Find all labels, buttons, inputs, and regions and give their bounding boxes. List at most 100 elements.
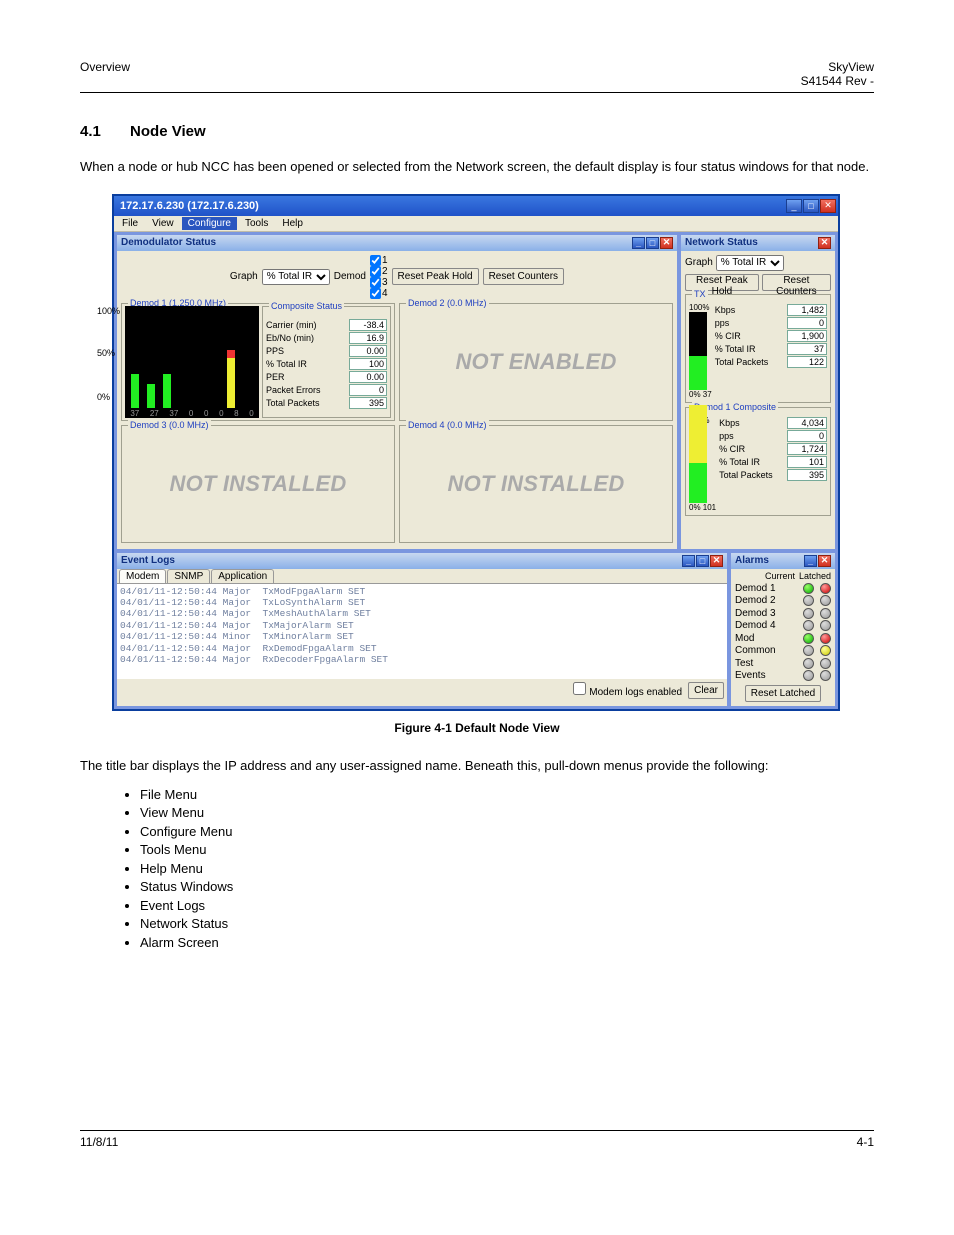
section-number: 4.1 (80, 123, 101, 140)
modem-logs-checkbox[interactable]: Modem logs enabled (573, 682, 682, 698)
menu-item: Alarm Screen (140, 935, 874, 950)
net-panel-title: Network Status (685, 237, 758, 248)
led-latched (820, 608, 831, 619)
panel-maximize-icon[interactable]: □ (646, 237, 659, 249)
title-bar[interactable]: 172.17.6.230 (172.17.6.230) _ □ ✕ (114, 196, 838, 216)
evlog-maximize-icon[interactable]: □ (696, 555, 709, 567)
event-logs-title: Event Logs (121, 555, 175, 566)
alarms-panel: Alarms _ ✕ Current Latched Demod 1De (730, 552, 836, 708)
menu-item: Tools Menu (140, 842, 874, 857)
panel-close-icon[interactable]: ✕ (660, 237, 673, 249)
minimize-icon[interactable]: _ (786, 199, 802, 213)
composite-status-title: Composite Status (269, 301, 344, 311)
menu-view[interactable]: View (146, 217, 180, 230)
demod-checks-label: Demod (334, 271, 366, 282)
log-body[interactable]: 04/01/11-12:50:44 Major TxModFpgaAlarm S… (117, 584, 727, 679)
footer-right: 4-1 (857, 1135, 874, 1149)
intro-text: When a node or hub NCC has been opened o… (80, 158, 874, 176)
menu-item: Event Logs (140, 898, 874, 913)
demod3-title: Demod 3 (0.0 MHz) (128, 420, 211, 430)
demod2-quad: Demod 2 (0.0 MHz) NOT ENABLED (399, 303, 673, 421)
menu-item: Configure Menu (140, 824, 874, 839)
led-current (803, 620, 814, 631)
demod-panel-title: Demodulator Status (121, 237, 216, 248)
menu-item: File Menu (140, 787, 874, 802)
latched-header: Latched (799, 571, 831, 581)
header-right-2: S41544 Rev - (801, 74, 874, 88)
d1c-bar (689, 425, 707, 503)
app-window: 172.17.6.230 (172.17.6.230) _ □ ✕ FileVi… (112, 194, 840, 712)
composite-status-box: Composite Status Carrier (min)-38.4Eb/No… (262, 306, 391, 418)
tx-bar-bot: 0% 37 (689, 390, 712, 399)
graph-label: Graph (230, 271, 258, 282)
led-latched (820, 658, 831, 669)
evlog-minimize-icon[interactable]: _ (682, 555, 695, 567)
alarms-close-icon[interactable]: ✕ (818, 555, 831, 567)
demod-check-3[interactable] (370, 277, 381, 288)
led-latched (820, 583, 831, 594)
alarms-title: Alarms (735, 555, 769, 566)
menu-file[interactable]: File (116, 217, 144, 230)
header-left: Overview (80, 60, 130, 88)
reset-peak-hold-button[interactable]: Reset Peak Hold (392, 268, 479, 285)
led-latched (820, 633, 831, 644)
net-reset-counters-button[interactable]: Reset Counters (762, 274, 831, 291)
demod4-quad: Demod 4 (0.0 MHz) NOT INSTALLED (399, 425, 673, 543)
figure-caption: Figure 4-1 Default Node View (112, 721, 842, 735)
panel-minimize-icon[interactable]: _ (632, 237, 645, 249)
net-close-icon[interactable]: ✕ (818, 237, 831, 249)
evlog-close-icon[interactable]: ✕ (710, 555, 723, 567)
reset-counters-button[interactable]: Reset Counters (483, 268, 564, 285)
led-current (803, 633, 814, 644)
tx-group: TX 100% 0% 37 (685, 294, 831, 403)
menu-list: File Menu View Menu Configure Menu Tools Me… (140, 787, 874, 950)
menu-help[interactable]: Help (276, 217, 309, 230)
net-graph-label: Graph (685, 257, 713, 268)
tx-bar (689, 312, 707, 390)
menu-tools[interactable]: Tools (239, 217, 274, 230)
demod3-quad: Demod 3 (0.0 MHz) NOT INSTALLED (121, 425, 395, 543)
event-logs-panel: Event Logs _ □ ✕ ModemSNMPApplication 04… (116, 552, 728, 708)
footer-left: 11/8/11 (80, 1135, 118, 1149)
led-current (803, 583, 814, 594)
header-rule (80, 92, 874, 93)
graph-select[interactable]: % Total IR (262, 269, 330, 285)
led-current (803, 645, 814, 656)
led-current (803, 595, 814, 606)
footer-rule (80, 1130, 874, 1131)
reset-latched-button[interactable]: Reset Latched (745, 685, 822, 702)
led-latched (820, 620, 831, 631)
header-right-1: SkyView (828, 60, 874, 74)
tab-snmp[interactable]: SNMP (167, 569, 210, 583)
close-icon[interactable]: ✕ (820, 199, 836, 213)
demod1-quad: Demod 1 (1,250.0 MHz) 100% 50% 0% 372737… (121, 303, 395, 421)
d1c-bar-bot: 0% 101 (689, 503, 716, 512)
tab-application[interactable]: Application (211, 569, 274, 583)
led-latched (820, 670, 831, 681)
alarms-minimize-icon[interactable]: _ (804, 555, 817, 567)
maximize-icon[interactable]: □ (803, 199, 819, 213)
menu-item: View Menu (140, 805, 874, 820)
section-title: Node View (130, 123, 206, 140)
network-status-panel: Network Status ✕ Graph % Total IR Reset … (680, 234, 836, 550)
led-latched (820, 645, 831, 656)
demod2-not-enabled: NOT ENABLED (403, 306, 669, 418)
demod-check-2[interactable] (370, 266, 381, 277)
demod4-not-installed: NOT INSTALLED (403, 428, 669, 540)
ylabel-100: 100% (97, 306, 120, 316)
menu-configure[interactable]: Configure (182, 217, 237, 230)
led-current (803, 608, 814, 619)
demod3-not-installed: NOT INSTALLED (125, 428, 391, 540)
led-latched (820, 595, 831, 606)
demod-check-4[interactable] (370, 288, 381, 299)
net-graph-select[interactable]: % Total IR (716, 255, 784, 271)
menu-item: Network Status (140, 916, 874, 931)
clear-button[interactable]: Clear (688, 682, 724, 699)
demod1-composite-group: Demod 1 Composite 100% 0% 101 (685, 407, 831, 516)
after-figure-text: The title bar displays the IP address an… (80, 757, 874, 775)
demod-check-1[interactable] (370, 255, 381, 266)
led-current (803, 658, 814, 669)
tab-modem[interactable]: Modem (119, 569, 166, 583)
demod2-title: Demod 2 (0.0 MHz) (406, 298, 489, 308)
menu-item: Status Windows (140, 879, 874, 894)
